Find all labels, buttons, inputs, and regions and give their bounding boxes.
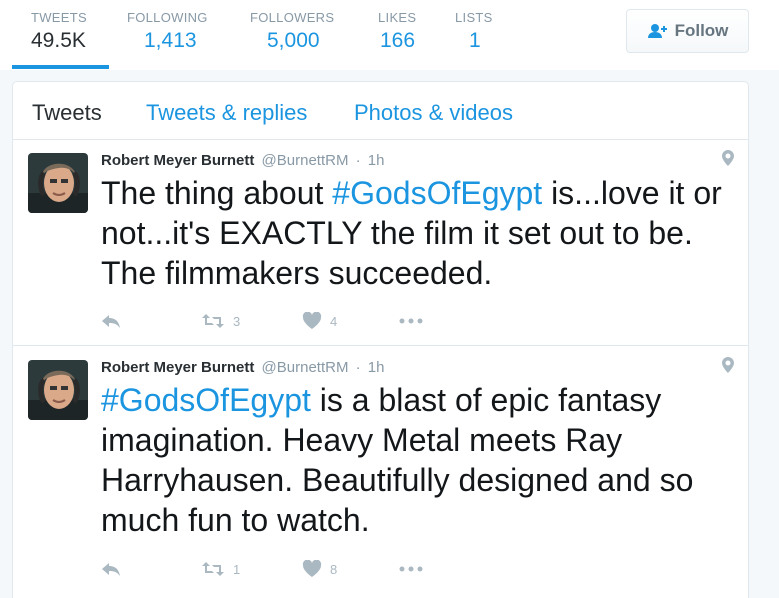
retweet-count: 1 [233,561,241,577]
stat-value: 1,413 [144,29,197,52]
stat-label: LISTS [455,10,493,25]
follow-label: Follow [674,21,729,40]
profile-nav: TWEETS 49.5K FOLLOWING 1,413 FOLLOWERS 5… [0,0,779,70]
tweet-header: Robert Meyer Burnett @BurnettRM · 1h [101,359,384,376]
heart-icon [302,312,322,329]
stat-following[interactable]: FOLLOWING 1,413 [127,10,208,53]
fullname[interactable]: Robert Meyer Burnett [101,152,254,169]
tweet-text: #GodsOfEgypt is a blast of epic fantasy … [101,380,731,540]
stat-label: FOLLOWERS [250,10,335,25]
follow-button[interactable]: Follow [626,9,749,53]
tweet[interactable]: Robert Meyer Burnett @BurnettRM · 1h #Go… [13,347,748,598]
more-dots-icon [399,566,423,572]
stat-label: LIKES [378,10,417,25]
retweet-icon [202,314,224,328]
more-dots-icon [399,318,423,324]
stat-value: 5,000 [267,29,320,52]
stat-label: TWEETS [31,10,87,25]
separator-dot: · [355,152,361,169]
stat-value: 1 [469,29,481,52]
tweet-actions: 3 4 [101,312,423,330]
avatar[interactable] [28,360,88,420]
stat-value: 166 [380,29,416,52]
timestamp[interactable]: 1h [368,152,385,169]
tweet[interactable]: Robert Meyer Burnett @BurnettRM · 1h The… [13,140,748,346]
like-button[interactable]: 8 [302,560,399,578]
tab-photos-videos[interactable]: Photos & videos [354,100,513,126]
username[interactable]: @BurnettRM [262,359,349,376]
retweet-icon [202,562,224,576]
reply-icon [102,563,120,576]
location-pin-icon[interactable] [722,357,734,373]
stat-tweets[interactable]: TWEETS 49.5K [31,10,87,53]
hashtag-link[interactable]: #GodsOfEgypt [101,382,311,418]
reply-button[interactable] [101,313,201,329]
like-count: 4 [330,313,338,329]
retweet-button[interactable]: 3 [201,313,302,329]
timeline-tabs: Tweets Tweets & replies Photos & videos [13,82,748,140]
stat-likes[interactable]: LIKES 166 [378,10,416,53]
more-button[interactable] [399,566,423,572]
add-user-icon [647,24,667,38]
active-stat-underline [12,65,109,69]
stat-lists[interactable]: LISTS 1 [455,10,493,53]
tweet-actions: 1 8 [101,560,423,578]
timeline: Tweets Tweets & replies Photos & videos … [12,81,749,598]
heart-icon [302,560,322,577]
reply-button[interactable] [101,561,201,577]
like-count: 8 [330,561,338,577]
separator-dot: · [355,359,361,376]
username[interactable]: @BurnettRM [262,152,349,169]
hashtag-link[interactable]: #GodsOfEgypt [332,175,542,211]
stat-value: 49.5K [31,29,86,52]
location-pin-icon[interactable] [722,150,734,166]
retweet-count: 3 [233,313,241,329]
tweet-header: Robert Meyer Burnett @BurnettRM · 1h [101,152,384,169]
stat-followers[interactable]: FOLLOWERS 5,000 [250,10,334,53]
tab-tweets-replies[interactable]: Tweets & replies [146,100,307,126]
avatar[interactable] [28,153,88,213]
like-button[interactable]: 4 [302,312,399,330]
tweet-text-before: The thing about [101,175,333,211]
tab-tweets[interactable]: Tweets [32,100,102,126]
stat-label: FOLLOWING [127,10,208,25]
timestamp[interactable]: 1h [368,359,385,376]
reply-icon [102,315,120,328]
tweet-text: The thing about #GodsOfEgypt is...love i… [101,173,731,293]
fullname[interactable]: Robert Meyer Burnett [101,359,254,376]
more-button[interactable] [399,318,423,324]
retweet-button[interactable]: 1 [201,561,302,577]
